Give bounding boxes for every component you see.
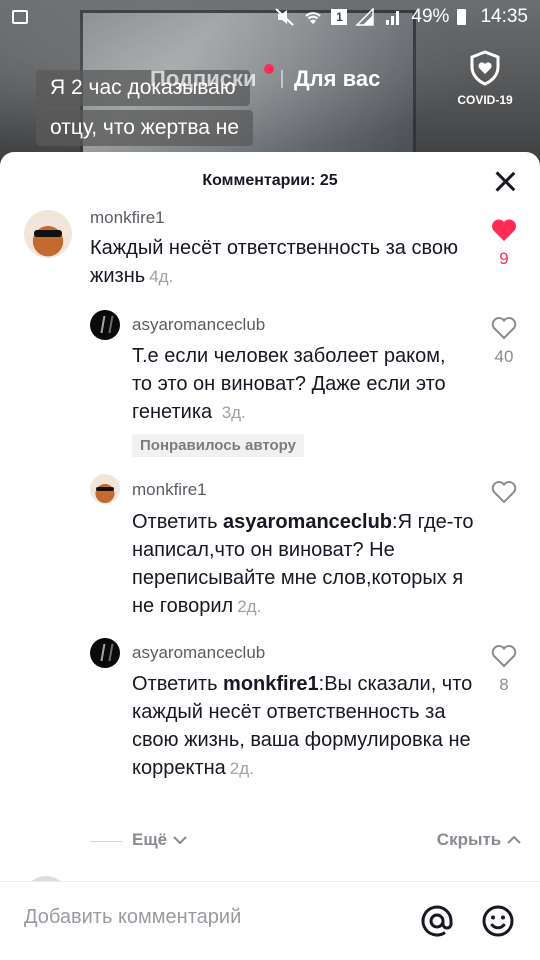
like-button[interactable] bbox=[484, 480, 524, 511]
signal-icon bbox=[355, 7, 375, 26]
liked-by-author-badge: Понравилось автору bbox=[132, 434, 304, 457]
reply-to-user[interactable]: monkfire1 bbox=[223, 673, 319, 695]
clock: 14:35 bbox=[480, 6, 528, 27]
like-button[interactable]: 8 bbox=[484, 644, 524, 695]
emoji-icon[interactable] bbox=[481, 904, 515, 938]
comment-text: Т.е если человек заболеет раком, то это … bbox=[132, 342, 462, 427]
covid-button[interactable]: COVID-19 bbox=[452, 50, 518, 107]
hide-replies-button[interactable]: Скрыть bbox=[437, 830, 522, 850]
heart-outline-icon bbox=[491, 645, 517, 672]
comment-time: 3д. bbox=[221, 403, 246, 422]
top-nav: Подписки Для вас COVID-19 bbox=[0, 50, 540, 107]
reply-prefix: Ответить bbox=[132, 673, 224, 695]
comment-input[interactable] bbox=[24, 906, 384, 929]
covid-label: COVID-19 bbox=[457, 93, 513, 107]
gallery-notification-icon bbox=[12, 10, 28, 24]
comment-time: 4д. bbox=[149, 267, 174, 286]
chevron-down-icon bbox=[172, 830, 188, 849]
comment-text: Ответить asyaromanceclub:Я где-то написа… bbox=[132, 508, 482, 621]
comment-time: 2д. bbox=[237, 597, 262, 616]
comment-username[interactable]: monkfire1 bbox=[90, 208, 165, 228]
comment-body: Каждый несёт ответственность за свою жиз… bbox=[90, 237, 458, 287]
status-bar: 1 49% 14:35 bbox=[0, 0, 540, 36]
reply-to-user[interactable]: asyaromanceclub bbox=[223, 511, 392, 533]
comment-body: Т.е если человек заболеет раком, то это … bbox=[132, 345, 446, 423]
mute-icon bbox=[275, 8, 295, 26]
chevron-up-icon bbox=[506, 830, 522, 849]
comment-text: Ответить monkfire1:Вы сказали, что кажды… bbox=[132, 670, 477, 783]
like-count: 8 bbox=[499, 675, 509, 694]
avatar[interactable] bbox=[90, 310, 120, 340]
like-button[interactable]: 9 bbox=[484, 218, 524, 269]
more-label: Ещё bbox=[132, 830, 168, 849]
hide-label: Скрыть bbox=[436, 830, 502, 849]
like-count: 9 bbox=[499, 249, 509, 268]
sheet-header: Комментарии: 25 bbox=[0, 152, 540, 210]
divider bbox=[90, 841, 122, 842]
battery-percent: 49% bbox=[411, 6, 450, 27]
shield-heart-icon bbox=[469, 50, 501, 90]
comments-sheet: Комментарии: 25 monkfire1 Каждый несёт о… bbox=[0, 152, 540, 960]
mention-icon[interactable] bbox=[420, 904, 454, 938]
signal-bars-icon bbox=[383, 8, 403, 26]
close-icon[interactable] bbox=[494, 170, 516, 192]
caption-line: отцу, что жертва не bbox=[36, 110, 254, 146]
like-count: 40 bbox=[494, 347, 514, 366]
comment-input-bar bbox=[0, 881, 540, 960]
comment-time: 2д. bbox=[229, 759, 254, 778]
avatar[interactable] bbox=[24, 210, 72, 258]
heart-filled-icon bbox=[491, 219, 517, 246]
tab-following[interactable]: Подписки bbox=[150, 66, 257, 92]
tab-for-you[interactable]: Для вас bbox=[294, 66, 380, 92]
comments-title: Комментарии: 25 bbox=[202, 172, 338, 189]
comment-username[interactable]: monkfire1 bbox=[132, 480, 207, 500]
notification-dot bbox=[264, 64, 274, 74]
comment-text: Каждый несёт ответственность за свою жиз… bbox=[90, 234, 480, 291]
battery-icon bbox=[457, 9, 467, 25]
heart-outline-icon bbox=[491, 317, 517, 344]
like-button[interactable]: 40 bbox=[484, 316, 524, 367]
comment-username[interactable]: asyaromanceclub bbox=[132, 315, 265, 335]
show-more-replies-button[interactable]: Ещё bbox=[132, 830, 188, 850]
reply-prefix: Ответить bbox=[132, 511, 224, 533]
replies-controls: Ещё Скрыть bbox=[90, 827, 530, 857]
sim-icon: 1 bbox=[331, 9, 348, 25]
avatar[interactable] bbox=[90, 474, 120, 504]
comment-username[interactable]: asyaromanceclub bbox=[132, 643, 265, 663]
avatar[interactable] bbox=[90, 638, 120, 668]
tab-divider bbox=[281, 70, 283, 88]
heart-outline-icon bbox=[491, 481, 517, 508]
wifi-icon bbox=[303, 8, 323, 26]
